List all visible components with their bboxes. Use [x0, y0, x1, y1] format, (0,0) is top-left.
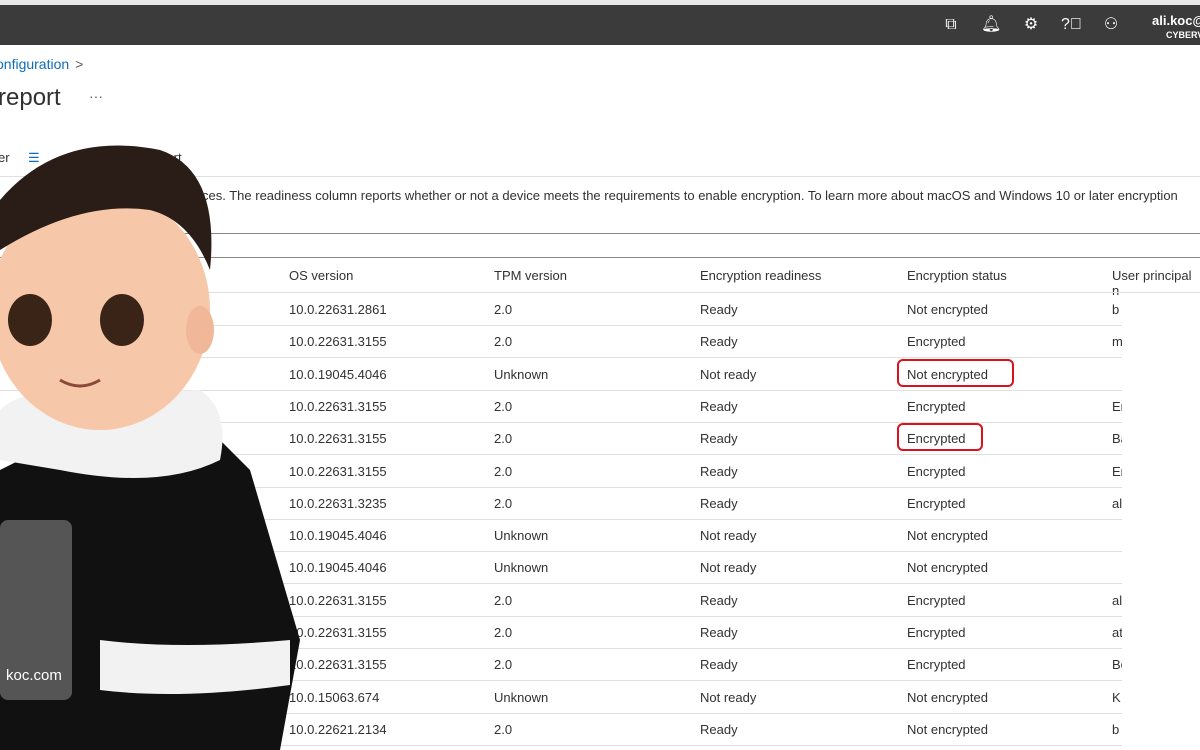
table-cell: Ready — [700, 463, 738, 479]
table-cell: 2.0 — [494, 657, 513, 673]
table-cell: 10.0.22621.2134 — [289, 721, 387, 737]
table-cell: Not ready — [700, 528, 757, 544]
table-cell: 10.0.19045.4046 — [289, 366, 387, 382]
table-cell: Encrypted — [907, 463, 966, 479]
table-cell: Unknown — [494, 366, 549, 382]
page-title: report — [0, 84, 61, 111]
help-icon[interactable]: ?⃝ — [1061, 15, 1082, 35]
table-cell: Ready — [700, 495, 738, 511]
table-cell: Ready — [700, 625, 738, 640]
more-button[interactable]: ··· — [89, 88, 103, 104]
table-cell: Not encrypted — [907, 689, 988, 705]
table-cell: Be — [1112, 657, 1122, 673]
table-cell: Er — [1112, 463, 1122, 479]
column-header[interactable]: Encryption readiness — [700, 268, 821, 283]
table-cell: 10.0.15063.674 — [289, 689, 380, 705]
table-cell: Encrypted — [907, 495, 966, 511]
user-name[interactable]: ali.koc@ — [1152, 13, 1200, 28]
table-cell: Encrypted — [907, 334, 966, 350]
table-cell: Encrypted — [907, 625, 966, 640]
column-header[interactable]: TPM version — [494, 268, 567, 283]
table-cell: Ready — [700, 302, 738, 317]
table-cell: at — [1112, 625, 1122, 640]
table-cell: 2.0 — [494, 398, 513, 414]
table-cell: 10.0.22631.3155 — [289, 592, 387, 608]
table-cell: Not ready — [700, 560, 757, 576]
table-cell: 10.0.22631.3235 — [289, 495, 387, 511]
table-cell: K — [1112, 689, 1121, 705]
table-cell: 10.0.19045.4046 — [289, 528, 387, 544]
table-cell: Encrypted — [907, 398, 966, 414]
table-cell: b — [1112, 721, 1120, 737]
table-cell: Not encrypted — [907, 528, 988, 544]
table-cell: Encrypted — [907, 657, 966, 673]
table-cell: 10.0.22631.3155 — [289, 334, 387, 350]
highlight-annotation — [897, 423, 984, 452]
table-cell: Ready — [700, 657, 738, 673]
table-cell: Ready — [700, 398, 738, 414]
table-cell: Not ready — [700, 366, 757, 382]
table-cell: 2.0 — [494, 463, 513, 479]
table-cell: Not ready — [700, 689, 757, 705]
breadcrumb-link[interactable]: onfiguration — [0, 56, 69, 72]
table-cell: 10.0.22631.3155 — [289, 398, 387, 414]
table-cell: 2.0 — [494, 592, 513, 608]
gear-icon[interactable]: ⚙ — [1021, 15, 1041, 35]
column-header[interactable]: User principal n — [1112, 268, 1200, 298]
table-cell: Er — [1112, 398, 1122, 414]
table-cell: al — [1112, 495, 1122, 511]
table-cell: Not encrypted — [907, 560, 988, 576]
table-cell: 2.0 — [494, 334, 513, 350]
table-cell: Unknown — [494, 528, 549, 544]
table-cell: 10.0.22631.3155 — [289, 463, 387, 479]
table-cell: Ready — [700, 431, 738, 447]
table-cell: Ready — [700, 334, 738, 350]
table-cell: b — [1112, 302, 1120, 317]
column-header[interactable]: Encryption status — [907, 268, 1007, 283]
breadcrumb-separator: > — [75, 56, 84, 72]
table-cell: 2.0 — [494, 721, 513, 737]
table-cell: m — [1112, 334, 1122, 350]
breadcrumb: onfiguration > — [0, 56, 83, 72]
table-cell: Ready — [700, 592, 738, 608]
table-cell: Not encrypted — [907, 721, 988, 737]
table-cell: 10.0.22631.2861 — [289, 302, 387, 317]
table-cell: al — [1112, 592, 1122, 608]
bell-icon[interactable]: 🔔︎ — [981, 15, 1001, 35]
table-cell: Encrypted — [907, 592, 966, 608]
table-cell: 2.0 — [494, 302, 513, 317]
table-cell: 2.0 — [494, 431, 513, 447]
feedback-person-icon[interactable]: ⚇ — [1101, 15, 1121, 35]
table-cell: 10.0.22631.3155 — [289, 625, 387, 640]
filter-feedback-icon[interactable]: ⧉ — [941, 15, 961, 35]
highlight-annotation — [897, 358, 1014, 387]
table-cell: Not encrypted — [907, 302, 988, 317]
table-cell: Unknown — [494, 560, 549, 576]
table-cell: Ready — [700, 721, 738, 737]
table-cell: 10.0.22631.3155 — [289, 657, 387, 673]
top-bar: ⧉ 🔔︎ ⚙ ?⃝ ⚇ ali.koc@ CYBERV — [0, 5, 1200, 45]
description-text: ur devices. The readiness column reports… — [163, 188, 1178, 203]
cartoon-avatar-illustration: koc.com — [0, 145, 300, 750]
table-cell: 2.0 — [494, 625, 513, 640]
table-cell: Ba — [1112, 431, 1122, 447]
table-cell: 10.0.19045.4046 — [289, 560, 387, 576]
tenant-name: CYBERV — [1166, 30, 1200, 40]
table-cell: 2.0 — [494, 495, 513, 511]
table-cell: 10.0.22631.3155 — [289, 431, 387, 447]
laptop-text: koc.com — [6, 667, 62, 684]
table-cell: Unknown — [494, 689, 549, 705]
